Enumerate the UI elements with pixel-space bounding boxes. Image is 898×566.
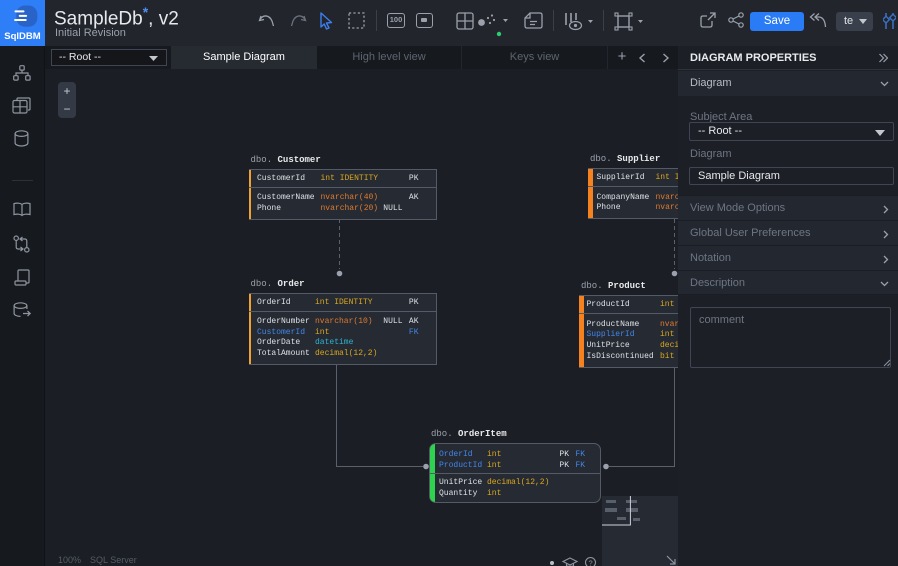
svg-text:?: ? [589, 558, 593, 566]
